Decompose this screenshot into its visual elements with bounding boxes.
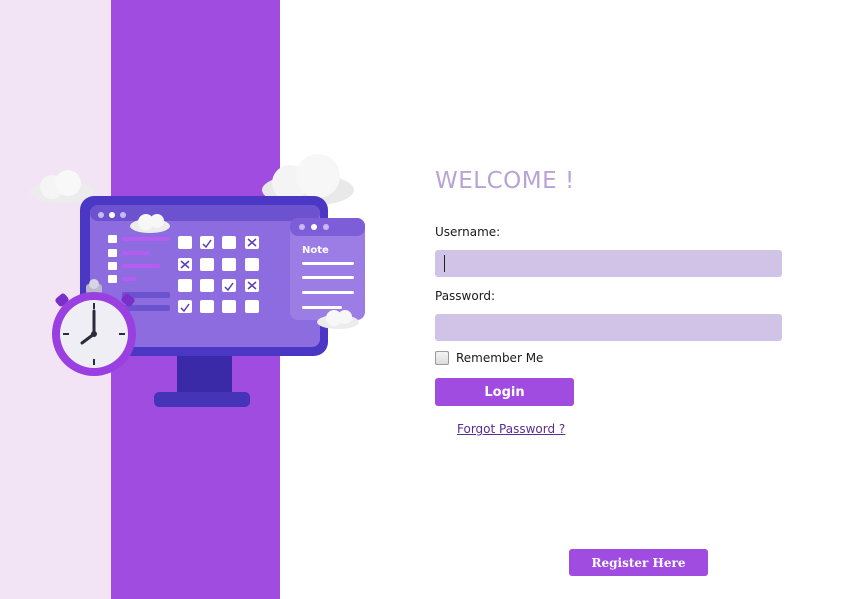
computer-illustration: Note [30,154,365,407]
username-input[interactable] [435,250,782,277]
cloud-icon [30,170,94,203]
remember-me-label: Remember Me [456,351,544,365]
remember-me-checkbox[interactable] [435,351,449,365]
remember-me-row[interactable]: Remember Me [435,351,543,365]
register-button[interactable]: Register Here [569,549,708,576]
password-input[interactable] [435,314,782,341]
username-label: Username: [435,225,501,239]
text-caret [444,255,445,272]
welcome-title: WELCOME ! [435,168,575,194]
login-button[interactable]: Login [435,378,574,406]
password-label: Password: [435,289,496,303]
note-label: Note [302,245,329,256]
forgot-password-link[interactable]: Forgot Password ? [457,422,565,436]
